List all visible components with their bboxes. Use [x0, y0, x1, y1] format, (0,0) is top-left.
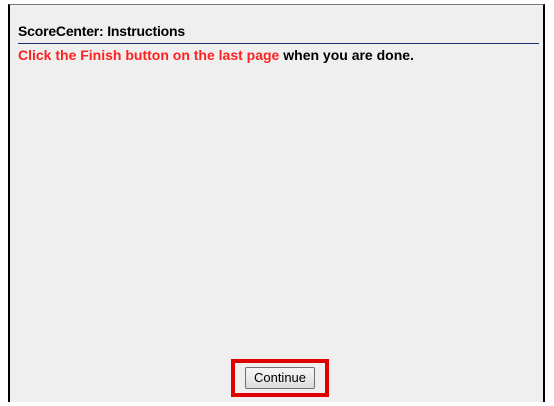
instructions-highlight: Click the Finish button on the last page [18, 47, 280, 63]
instructions-text: Click the Finish button on the last page… [18, 47, 414, 63]
continue-button[interactable]: Continue [244, 367, 316, 389]
instructions-rest: when you are done. [279, 47, 414, 63]
title-divider [18, 43, 539, 44]
panel-title: ScoreCenter: Instructions [18, 23, 185, 39]
instructions-panel: ScoreCenter: Instructions Click the Fini… [8, 4, 545, 402]
continue-highlight-frame: Continue [231, 359, 329, 397]
